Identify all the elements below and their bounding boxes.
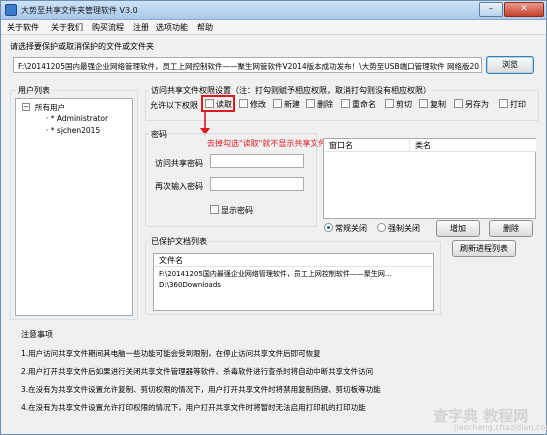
menu-about-software[interactable]: 关于软件 [7,22,39,33]
rename-checkbox[interactable] [341,99,350,108]
window-list[interactable]: 窗口名 类名 [323,138,536,219]
delete-button[interactable]: 删除 [489,220,533,237]
note-item: 3.在没有为共享文件设置允许复制、剪切权限的情况下，用户打开共享文件时将禁用复制… [21,385,381,394]
tree-user-name: Administrator [56,114,109,123]
cut-checkbox[interactable] [385,99,394,108]
class-name-header[interactable]: 类名 [410,139,536,152]
tree-user-name: sjchen2015 [56,126,101,135]
menu-options[interactable]: 选项功能 [156,22,188,33]
path-input[interactable]: F:\20141205国内最强企业网络管理软件，员工上网控制软件——聚生网管软件… [13,57,482,73]
read-highlight-box [201,95,235,112]
create-label: 新建 [284,100,300,109]
show-password-checkbox[interactable] [210,205,219,214]
menu-register[interactable]: 注册 [133,22,149,33]
window-title: 大势至共享文件夹管理软件 V3.0 [21,6,138,15]
note-item: 4.在没有为共享文件设置允许打印权限的情况下，用户打开共享文件时将暂时无法启用打… [21,403,366,412]
collapse-icon[interactable]: − [22,103,30,111]
force-close-label: 强制关闭 [388,224,420,233]
browse-button[interactable]: 浏览 [486,56,534,74]
menu-bar: 关于软件 关于我们 购买流程 注册 选项功能 帮助 [1,20,546,35]
delete-label: 删除 [317,100,333,109]
minimize-button[interactable]: – [479,2,503,17]
menu-about-us[interactable]: 关于我们 [51,22,83,33]
app-window: 大势至共享文件夹管理软件 V3.0 – ✕ 关于软件 关于我们 购买流程 注册 … [0,0,547,435]
save-as-label: 另存为 [465,100,489,109]
normal-close-radio[interactable] [324,223,333,232]
select-prompt: 请选择要保护或取消保护的文件或文件夹 [10,42,154,51]
protected-file-list[interactable]: 文件名 F:\20141205国内最强企业网络管理软件，员工上网控制软件——聚生… [153,253,434,311]
normal-close-label: 常规关闭 [335,224,367,233]
protected-file-row[interactable]: D:\360Downloads [159,281,221,289]
tree-user-sjchen2015[interactable]: · * sjchen2015 [46,126,100,135]
copy-checkbox[interactable] [419,99,428,108]
add-button[interactable]: 增加 [436,220,480,237]
access-password-input[interactable] [210,154,304,168]
modify-checkbox[interactable] [239,99,248,108]
window-name-header[interactable]: 窗口名 [324,139,410,152]
watermark-url: jiaocheng.chazidian.com [454,423,547,432]
file-name-header[interactable]: 文件名 [154,254,433,267]
tree-root-all-users[interactable]: 所有用户 [35,102,65,113]
tree-user-administrator[interactable]: · * Administrator [46,114,108,123]
title-bar: 大势至共享文件夹管理软件 V3.0 – ✕ [1,1,546,20]
user-tree[interactable]: − 所有用户 · * Administrator · * sjchen2015 [15,98,133,316]
cut-label: 剪切 [396,100,412,109]
rename-label: 重命名 [352,100,376,109]
save-as-checkbox[interactable] [454,99,463,108]
app-icon [5,4,17,16]
copy-label: 复制 [430,100,446,109]
menu-purchase[interactable]: 购买流程 [92,22,124,33]
create-checkbox[interactable] [273,99,282,108]
print-label: 打印 [510,100,526,109]
force-close-radio[interactable] [377,223,386,232]
password-title: 密码 [149,129,169,140]
notes-title: 注意事项 [21,330,53,339]
print-checkbox[interactable] [499,99,508,108]
confirm-password-label: 再次输入密码 [155,182,203,191]
refresh-process-button[interactable]: 刷新进程列表 [452,240,516,257]
access-password-label: 访问共享密码 [155,159,203,168]
delete-checkbox[interactable] [306,99,315,108]
confirm-password-input[interactable] [210,177,304,191]
allow-permissions-label: 允许以下权限 [150,101,198,110]
protected-file-row[interactable]: F:\20141205国内最强企业网络管理软件，员工上网控制软件——聚生网... [159,269,392,279]
note-item: 2.用户打开共享文件后如果进行关闭共享文件管理器等软件、杀毒软件进行查杀时将自动… [21,367,374,376]
note-item: 1.用户访问共享文件期间其电脑一些功能可能会受到限制，在停止访问共享文件后即可恢… [21,349,321,358]
menu-help[interactable]: 帮助 [197,22,213,33]
permission-title: 访问共享文件权限设置（注：打勾则赋予相应权限，取消打勾则没有相应权限） [149,85,433,96]
protected-docs-title: 已保护文档列表 [149,236,209,247]
user-list-title: 用户列表 [16,85,52,96]
show-password-label: 显示密码 [221,206,253,215]
modify-label: 修改 [250,100,266,109]
close-button[interactable]: ✕ [504,2,544,17]
